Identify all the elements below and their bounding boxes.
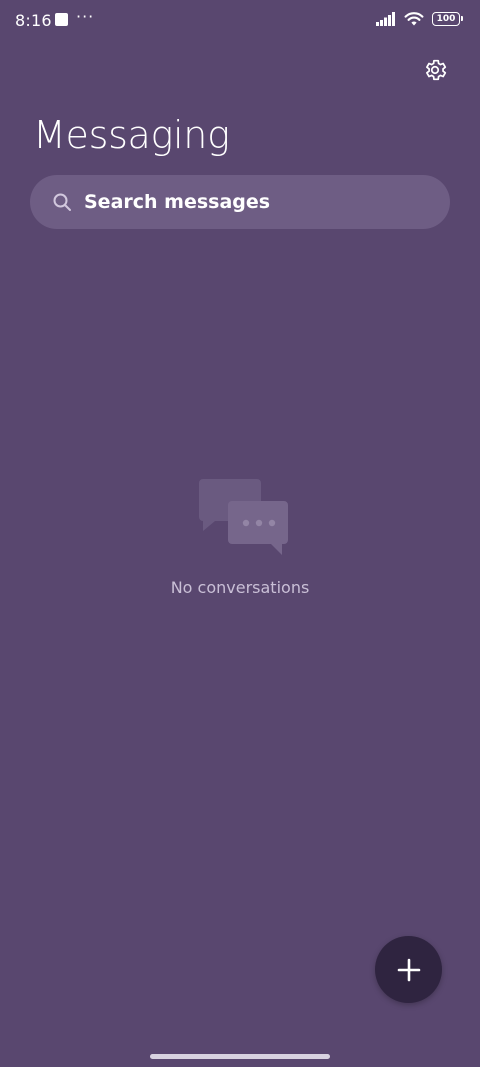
search-bar[interactable] [30,175,450,229]
status-bar: 8:16 ··· 100 [0,0,480,44]
settings-button[interactable] [418,53,452,87]
chat-bubbles-icon [199,479,288,555]
battery-level: 100 [436,13,456,24]
status-icons: 100 [376,11,463,26]
gear-icon [426,59,447,81]
more-notifications-icon: ··· [76,7,95,26]
home-indicator[interactable] [150,1054,330,1059]
page-title: Messaging [33,113,230,157]
empty-state-text: No conversations [170,578,310,597]
status-time: 8:16 [15,11,52,30]
empty-state: No conversations [0,470,480,597]
signal-icon [376,11,395,26]
search-icon [52,192,72,212]
plus-icon [397,958,420,981]
new-conversation-button[interactable] [375,936,442,1003]
search-input[interactable] [84,191,404,213]
notification-square-icon [55,13,68,26]
messaging-screen: 8:16 ··· 100 Messaging Search messages N… [0,0,480,1067]
wifi-icon [404,12,424,26]
battery-icon: 100 [432,11,463,26]
